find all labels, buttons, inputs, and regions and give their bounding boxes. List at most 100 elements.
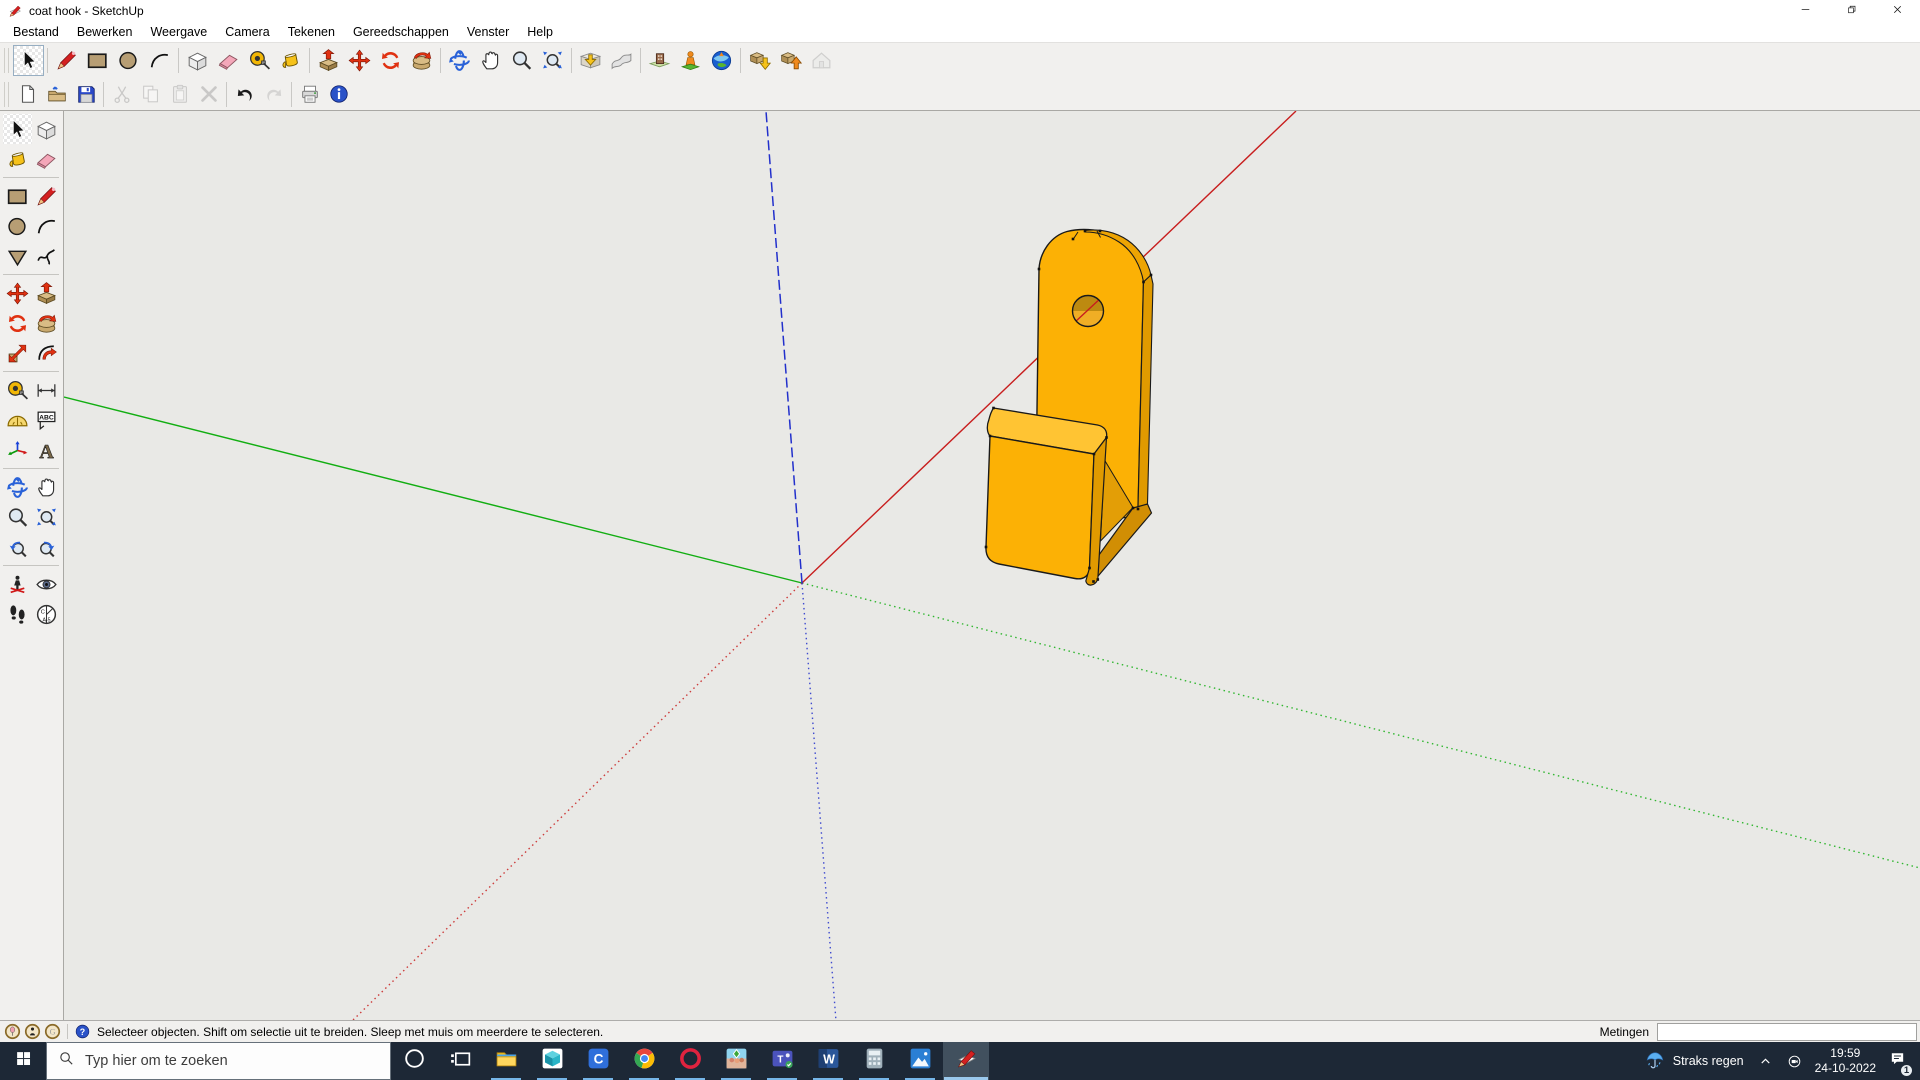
preview-in-google-earth-button[interactable] (706, 45, 737, 76)
zoom-extents-tool[interactable] (537, 45, 568, 76)
move-tool[interactable] (344, 45, 375, 76)
next-view-tool[interactable] (32, 532, 61, 562)
arc-tool[interactable] (144, 45, 175, 76)
walk-tool[interactable] (3, 599, 32, 629)
position-camera-tool[interactable] (3, 569, 32, 599)
orbit-tool[interactable] (444, 45, 475, 76)
tray-overflow-button[interactable] (1751, 1042, 1780, 1080)
get-models-button[interactable] (744, 45, 775, 76)
3d-text-tool[interactable]: A (32, 435, 61, 465)
tape-measure-tool[interactable] (3, 375, 32, 405)
meet-now-button[interactable] (1780, 1042, 1809, 1080)
pan-tool[interactable] (32, 472, 61, 502)
close-button[interactable] (1874, 0, 1920, 22)
zoom-tool[interactable] (506, 45, 537, 76)
add-location-button[interactable] (575, 45, 606, 76)
pan-tool[interactable] (475, 45, 506, 76)
taskbar-search[interactable] (46, 1042, 391, 1080)
axes-tool[interactable] (3, 435, 32, 465)
geolocation-indicator[interactable] (4, 1023, 21, 1040)
zoom-extents-tool[interactable] (32, 502, 61, 532)
help-icon[interactable]: ? (74, 1023, 91, 1040)
move-tool[interactable] (3, 278, 32, 308)
taskbar-task-view[interactable] (437, 1042, 483, 1080)
zoom-tool[interactable] (3, 502, 32, 532)
cut-button[interactable] (107, 81, 136, 108)
taskbar-sims4[interactable] (713, 1042, 759, 1080)
paste-button[interactable] (165, 81, 194, 108)
maximize-restore-button[interactable] (1828, 0, 1874, 22)
make-component-tool[interactable] (32, 114, 61, 144)
look-around-tool[interactable] (32, 569, 61, 599)
rectangle-tool[interactable] (3, 181, 32, 211)
taskbar-photos[interactable] (897, 1042, 943, 1080)
taskbar-clock[interactable]: 19:59 24-10-2022 (1809, 1042, 1882, 1080)
follow-me-tool[interactable] (406, 45, 437, 76)
select-tool[interactable] (3, 114, 32, 144)
taskbar-sketchup[interactable] (943, 1042, 989, 1080)
menu-bestand[interactable]: Bestand (4, 23, 68, 41)
new-button[interactable] (13, 81, 42, 108)
model-info-button[interactable] (324, 81, 353, 108)
undo-button[interactable] (230, 81, 259, 108)
push-pull-tool[interactable] (32, 278, 61, 308)
minimize-button[interactable] (1782, 0, 1828, 22)
line-tool[interactable] (51, 45, 82, 76)
eraser-tool[interactable] (213, 45, 244, 76)
building-maker-button[interactable] (675, 45, 706, 76)
menu-help[interactable]: Help (518, 23, 562, 41)
toolbar-gripper[interactable] (4, 48, 9, 73)
section-plane-tool[interactable]: CA-5 (32, 599, 61, 629)
signin-indicator[interactable]: G (44, 1023, 61, 1040)
freehand-tool[interactable] (32, 241, 61, 271)
taskbar-file-explorer[interactable] (483, 1042, 529, 1080)
photo-textures-button[interactable] (644, 45, 675, 76)
copy-button[interactable] (136, 81, 165, 108)
taskbar-cortana[interactable] (391, 1042, 437, 1080)
make-component-tool[interactable] (182, 45, 213, 76)
menu-venster[interactable]: Venster (458, 23, 518, 41)
toggle-terrain-button[interactable] (606, 45, 637, 76)
save-button[interactable] (71, 81, 100, 108)
weather-widget[interactable]: Straks regen (1637, 1042, 1751, 1080)
menu-tekenen[interactable]: Tekenen (279, 23, 344, 41)
push-pull-tool[interactable] (313, 45, 344, 76)
taskbar-opera[interactable] (667, 1042, 713, 1080)
search-input[interactable] (83, 1052, 357, 1070)
viewport-canvas[interactable] (64, 111, 1920, 1021)
taskbar-teams[interactable]: T (759, 1042, 805, 1080)
measurements-input[interactable] (1657, 1023, 1917, 1041)
polygon-tool[interactable] (3, 241, 32, 271)
taskbar-word[interactable]: W (805, 1042, 851, 1080)
menu-camera[interactable]: Camera (216, 23, 278, 41)
rectangle-tool[interactable] (82, 45, 113, 76)
open-button[interactable] (42, 81, 71, 108)
toolbar-gripper[interactable] (4, 82, 9, 107)
paint-bucket-tool[interactable] (3, 144, 32, 174)
rotate-tool[interactable] (375, 45, 406, 76)
taskbar-chrome[interactable] (621, 1042, 667, 1080)
menu-gereedschappen[interactable]: Gereedschappen (344, 23, 458, 41)
taskbar-calculator[interactable] (851, 1042, 897, 1080)
tape-measure-tool[interactable] (244, 45, 275, 76)
select-tool[interactable] (13, 45, 44, 76)
text-tool[interactable]: ABC (32, 405, 61, 435)
action-center-button[interactable]: 1 (1882, 1042, 1916, 1080)
offset-tool[interactable] (32, 338, 61, 368)
arc-tool[interactable] (32, 211, 61, 241)
share-component-button[interactable] (806, 45, 837, 76)
erase-button[interactable] (194, 81, 223, 108)
circle-tool[interactable] (3, 211, 32, 241)
scale-tool[interactable] (3, 338, 32, 368)
menu-bewerken[interactable]: Bewerken (68, 23, 142, 41)
eraser-tool[interactable] (32, 144, 61, 174)
taskbar-c-app[interactable]: C (575, 1042, 621, 1080)
protractor-tool[interactable] (3, 405, 32, 435)
follow-me-tool[interactable] (32, 308, 61, 338)
paint-bucket-tool[interactable] (275, 45, 306, 76)
line-tool[interactable] (32, 181, 61, 211)
orbit-tool[interactable] (3, 472, 32, 502)
previous-view-tool[interactable] (3, 532, 32, 562)
taskbar-3d-viewer[interactable] (529, 1042, 575, 1080)
share-model-button[interactable] (775, 45, 806, 76)
